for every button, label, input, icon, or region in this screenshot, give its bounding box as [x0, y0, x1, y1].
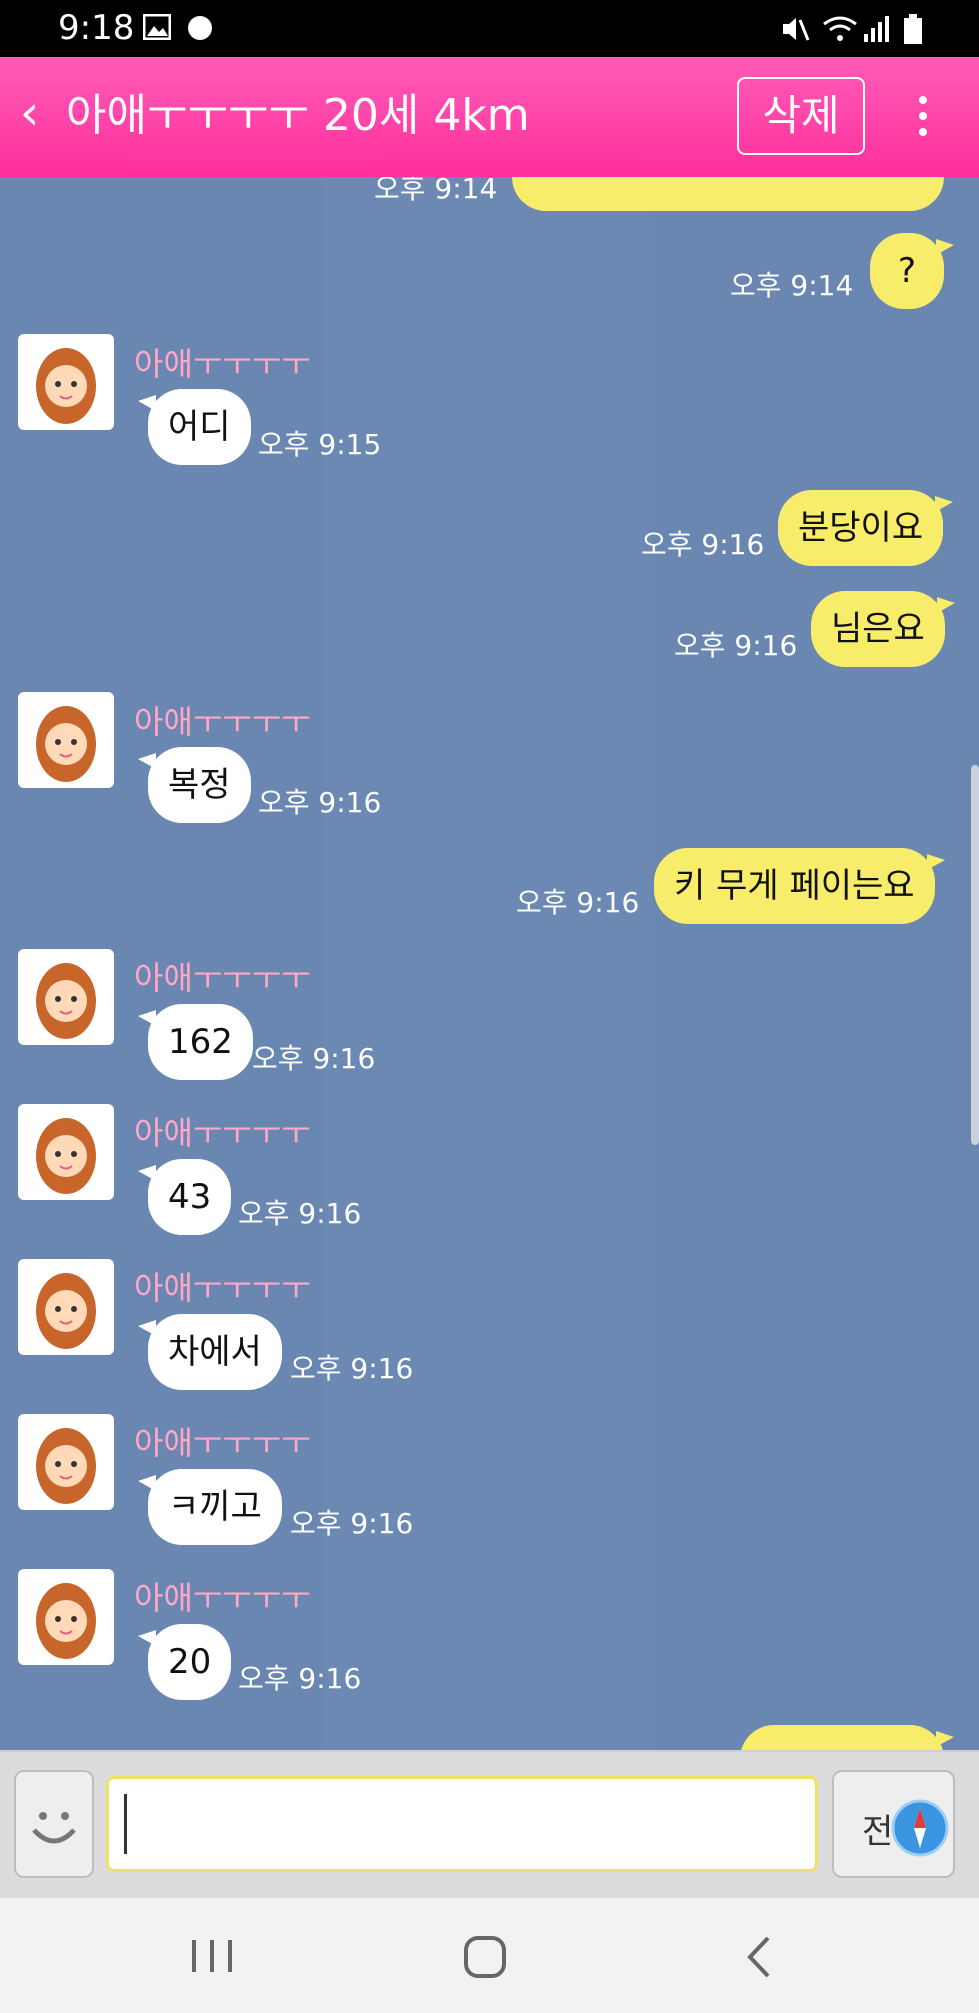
home-icon[interactable] — [462, 1934, 508, 1980]
message-bubble: 162 — [138, 1004, 253, 1080]
smiley-face-icon — [32, 1812, 76, 1844]
profile-avatar-icon — [36, 706, 96, 782]
message-partial — [512, 177, 944, 211]
gallery-icon — [143, 14, 171, 40]
message-time: 오후 9:14 — [730, 269, 854, 302]
message-time: 오후 9:16 — [238, 1662, 362, 1695]
mute-icon — [783, 18, 810, 41]
message-time: 오후 9:16 — [641, 528, 765, 561]
delete-button[interactable]: 삭제 — [737, 77, 865, 155]
emoji-button[interactable] — [14, 1770, 94, 1878]
battery-icon — [904, 14, 922, 44]
message-time: 오후 9:14 — [374, 177, 498, 205]
avatar[interactable] — [18, 1569, 114, 1665]
message-input[interactable] — [106, 1776, 818, 1872]
avatar[interactable] — [18, 334, 114, 430]
avatar[interactable] — [18, 1414, 114, 1510]
message-bubble: 님은요 — [811, 591, 955, 667]
message-partial — [740, 1725, 954, 1750]
sender-name: 아애ㅜㅜㅜㅜ — [134, 1424, 311, 1462]
status-bar: 9:18 — [0, 0, 979, 57]
message-time: 오후 9:16 — [290, 1507, 414, 1540]
message-bubble: 20 — [137, 1624, 232, 1700]
sender-name: 아애ㅜㅜㅜㅜ — [134, 703, 311, 741]
sender-name: 아애ㅜㅜㅜㅜ — [134, 1269, 311, 1307]
profile-avatar-icon — [36, 1118, 96, 1194]
back-icon[interactable] — [744, 1934, 774, 1980]
message-bubble: ? — [870, 233, 954, 309]
text-cursor — [124, 1794, 127, 1854]
recent-apps-icon[interactable] — [190, 1936, 234, 1976]
sender-name: 아애ㅜㅜㅜㅜ — [134, 1579, 311, 1617]
message-bubble: ㅋ끼고 — [138, 1469, 282, 1545]
more-vert-icon[interactable] — [905, 92, 941, 152]
app-notification-icon — [188, 16, 212, 40]
message-time: 오후 9:16 — [238, 1197, 362, 1230]
send-button[interactable]: 전 — [832, 1770, 955, 1878]
message-bubble: 분당이요 — [778, 490, 954, 566]
avatar[interactable] — [18, 692, 114, 788]
profile-avatar-icon — [36, 348, 96, 424]
profile-avatar-icon — [36, 963, 96, 1039]
message-composer: 전 — [0, 1750, 979, 1900]
profile-avatar-icon — [36, 1428, 96, 1504]
message-bubble: 키 무게 페이는요 — [654, 848, 945, 924]
sender-name: 아애ㅜㅜㅜㅜ — [134, 1114, 311, 1152]
chat-area[interactable]: 오후 9:14 ? 오후 9:14 아애ㅜㅜㅜㅜ 어디 오후 9:15 분당이요… — [0, 177, 979, 1750]
scrollbar[interactable] — [971, 765, 979, 1145]
message-time: 오후 9:16 — [290, 1352, 414, 1385]
sender-name: 아애ㅜㅜㅜㅜ — [134, 345, 311, 383]
message-time: 오후 9:16 — [516, 886, 640, 919]
signal-icon — [864, 16, 889, 42]
message-time: 오후 9:15 — [258, 428, 382, 461]
message-time: 오후 9:16 — [258, 786, 382, 819]
message-time: 오후 9:16 — [674, 629, 798, 662]
message-bubble: 차에서 — [138, 1314, 282, 1390]
chat-title: 아애ㅜㅜㅜㅜ 20세 4km — [66, 90, 530, 141]
status-time: 9:18 — [58, 8, 135, 48]
message-bubble: 43 — [137, 1159, 232, 1235]
sender-name: 아애ㅜㅜㅜㅜ — [134, 959, 311, 997]
message-bubble: 어디 — [138, 389, 251, 465]
send-label: 전 — [862, 1812, 894, 1852]
profile-avatar-icon — [36, 1273, 96, 1349]
chevron-left-icon[interactable]: ‹ — [20, 87, 39, 139]
message-time: 오후 9:16 — [252, 1042, 376, 1075]
profile-avatar-icon — [36, 1583, 96, 1659]
wifi-icon — [823, 16, 857, 41]
system-nav-bar — [0, 1898, 979, 2013]
avatar[interactable] — [18, 1104, 114, 1200]
avatar[interactable] — [18, 1259, 114, 1355]
compass-icon — [891, 1799, 949, 1857]
chat-header: ‹ 아애ㅜㅜㅜㅜ 20세 4km 삭제 — [0, 57, 979, 177]
avatar[interactable] — [18, 949, 114, 1045]
message-bubble: 복정 — [138, 747, 251, 823]
